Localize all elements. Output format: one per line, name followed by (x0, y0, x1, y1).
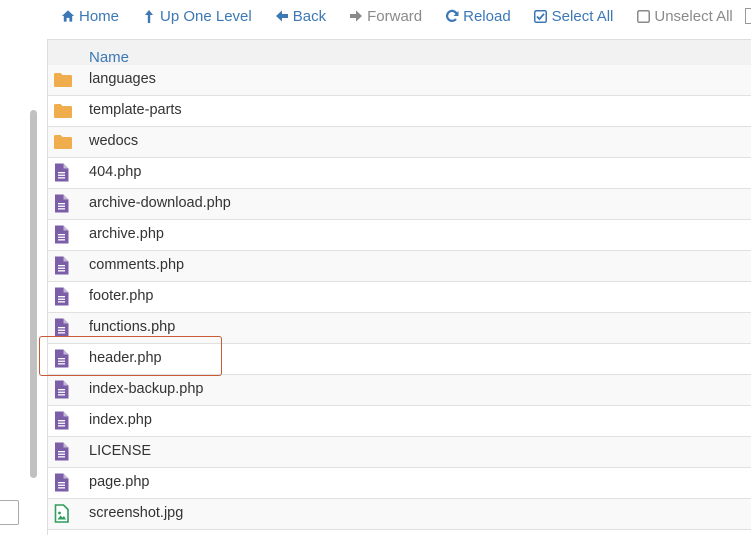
file-icon (54, 411, 72, 431)
file-name[interactable]: header.php (89, 350, 162, 366)
file-row[interactable]: archive.php (48, 220, 751, 251)
file-row[interactable]: screenshot.jpg (48, 499, 751, 530)
file-rows: languages template-parts wedocs 404.php arch… (48, 65, 751, 535)
select-all-label: Select All (551, 7, 614, 25)
unselect-all-button[interactable]: Unselect All (636, 7, 733, 25)
file-icon (54, 442, 72, 462)
file-icon (54, 225, 72, 245)
file-name[interactable]: page.php (89, 474, 149, 490)
level-up-icon (142, 9, 156, 23)
file-row[interactable]: index-backup.php (48, 375, 751, 406)
file-row[interactable]: wedocs (48, 127, 751, 158)
file-row[interactable]: archive-download.php (48, 189, 751, 220)
reload-label: Reload (463, 7, 511, 25)
file-name[interactable]: functions.php (89, 319, 175, 335)
arrow-right-icon (349, 9, 363, 23)
file-name[interactable]: 404.php (89, 164, 141, 180)
file-list-table: Name languages template-parts wedocs 404.ph… (47, 39, 751, 535)
file-icon (54, 473, 72, 493)
file-toolbar: Home Up One Level Back Forward Reload Se… (47, 0, 751, 32)
file-row[interactable]: LICENSE (48, 437, 751, 468)
file-name[interactable]: index-backup.php (89, 381, 203, 397)
file-row[interactable]: functions.php (48, 313, 751, 344)
file-name[interactable]: wedocs (89, 133, 138, 149)
toolbar-overflow-icon[interactable] (745, 8, 751, 24)
file-name[interactable]: LICENSE (89, 443, 151, 459)
file-name[interactable]: archive-download.php (89, 195, 231, 211)
empty-checkbox-icon (636, 9, 650, 23)
file-name[interactable]: comments.php (89, 257, 184, 273)
file-name[interactable]: footer.php (89, 288, 154, 304)
back-button[interactable]: Back (275, 8, 326, 25)
image-file-icon (54, 504, 72, 524)
file-name[interactable]: languages (89, 71, 156, 87)
directory-tree-pane (0, 0, 40, 535)
file-row[interactable]: 404.php (48, 158, 751, 189)
file-row[interactable]: index.php (48, 406, 751, 437)
file-row[interactable]: header.php (48, 344, 751, 375)
up-one-level-button[interactable]: Up One Level (142, 8, 252, 25)
checked-box-icon (534, 9, 548, 23)
forward-label: Forward (367, 7, 423, 25)
file-row[interactable] (48, 530, 751, 535)
tree-input-box[interactable] (0, 500, 19, 525)
file-name[interactable]: template-parts (89, 102, 182, 118)
file-icon (54, 318, 72, 338)
home-icon (61, 9, 75, 23)
file-row[interactable]: comments.php (48, 251, 751, 282)
folder-icon (53, 72, 72, 92)
select-all-button[interactable]: Select All (534, 7, 614, 25)
file-name[interactable]: index.php (89, 412, 152, 428)
file-icon (54, 194, 72, 214)
file-icon (54, 287, 72, 307)
arrow-left-icon (275, 9, 289, 23)
reload-button[interactable]: Reload (445, 8, 511, 25)
file-row[interactable]: footer.php (48, 282, 751, 313)
folder-icon (53, 103, 72, 123)
column-header-name[interactable]: Name (89, 49, 129, 66)
forward-button[interactable]: Forward (349, 8, 422, 25)
file-row[interactable]: template-parts (48, 96, 751, 127)
home-label: Home (79, 7, 120, 25)
file-icon (54, 380, 72, 400)
home-button[interactable]: Home (61, 8, 119, 25)
file-name[interactable]: screenshot.jpg (89, 505, 183, 521)
unselect-all-label: Unselect All (654, 7, 733, 25)
folder-icon (53, 134, 72, 154)
reload-icon (445, 9, 459, 23)
up-one-level-label: Up One Level (160, 7, 252, 25)
file-icon (54, 163, 72, 183)
file-row[interactable]: page.php (48, 468, 751, 499)
file-icon (54, 256, 72, 276)
back-label: Back (292, 7, 327, 25)
file-name[interactable]: archive.php (89, 226, 164, 242)
file-icon (54, 349, 72, 369)
file-row[interactable]: languages (48, 65, 751, 96)
tree-scrollbar[interactable] (30, 110, 37, 478)
